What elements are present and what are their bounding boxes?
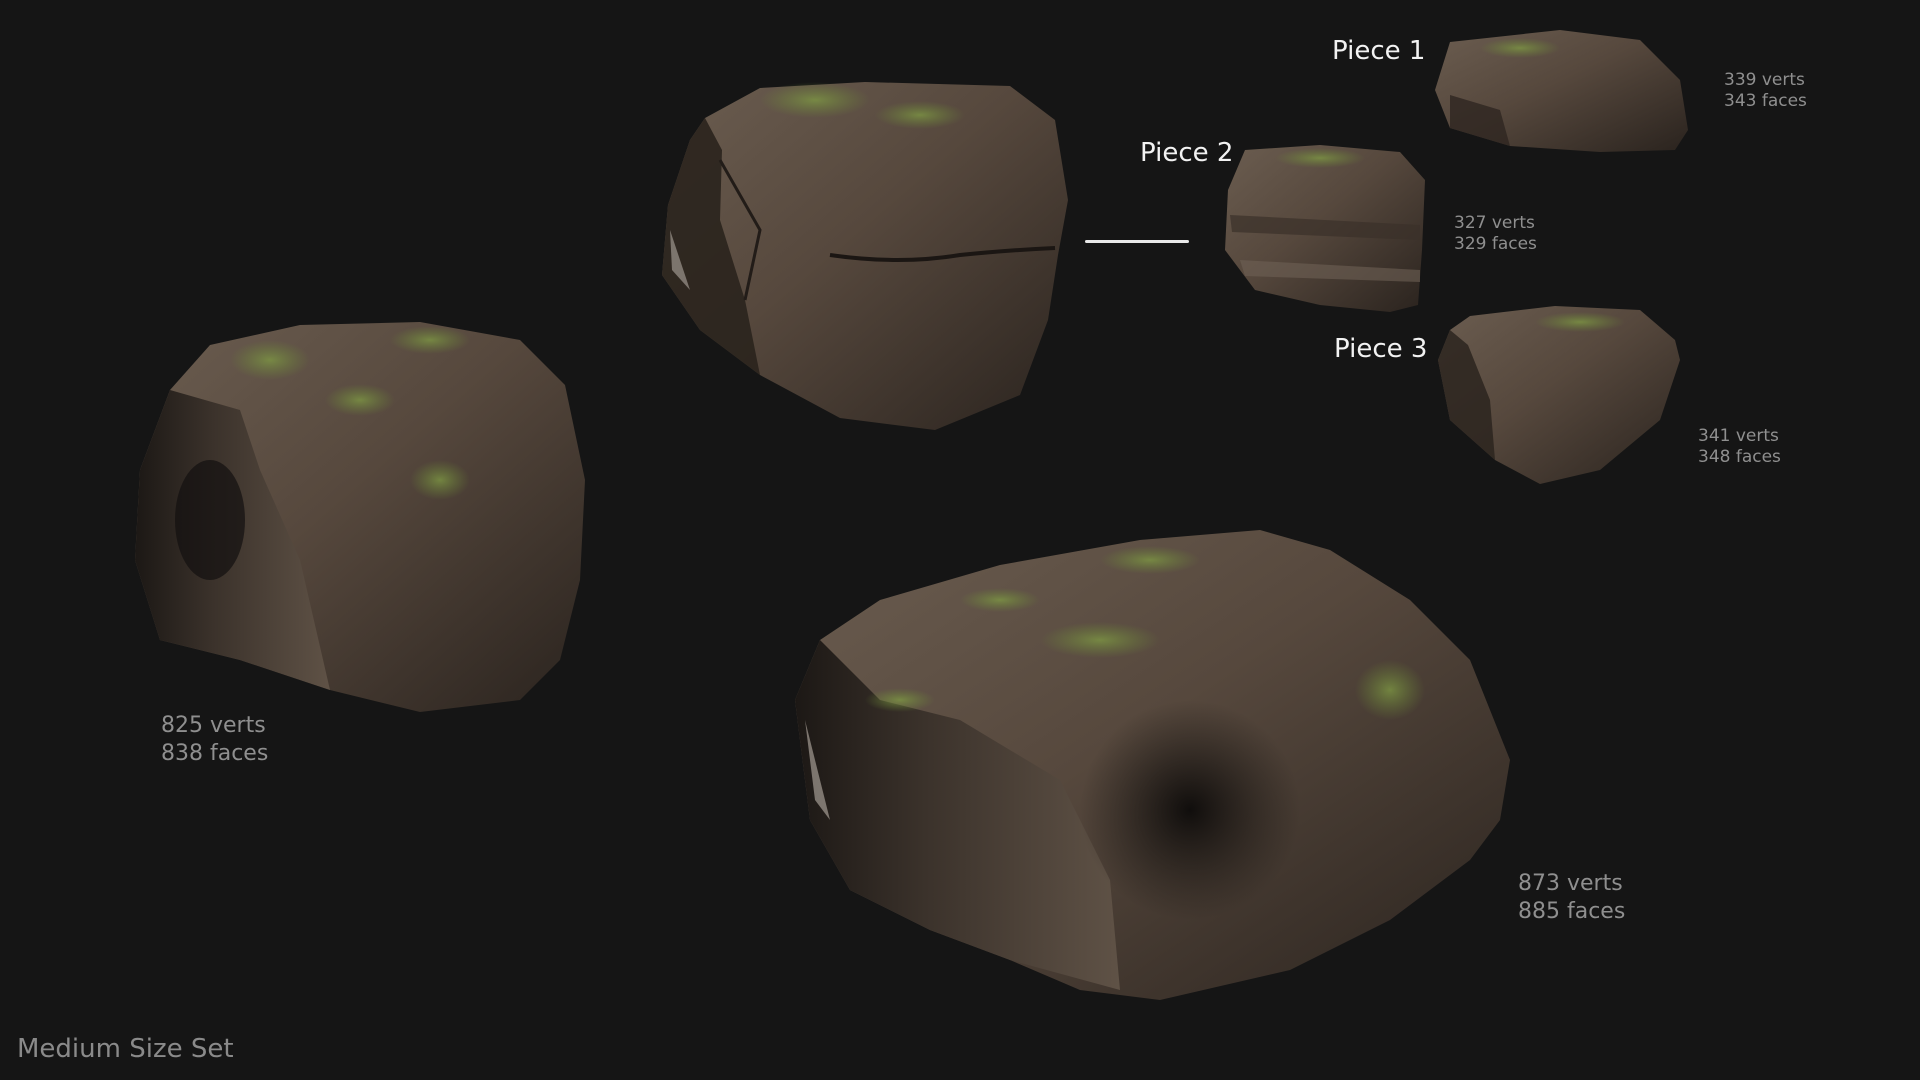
viewport-canvas: Piece 1 Piece 2 Piece 3 339 verts 343 fa…: [0, 0, 1920, 1080]
piece-3-label: Piece 3: [1334, 334, 1428, 364]
piece-1-label: Piece 1: [1332, 36, 1426, 66]
rock-left-stats: 825 verts 838 faces: [161, 712, 268, 767]
rock-large-bottom: [795, 530, 1510, 1000]
piece-1-verts: 339 verts: [1724, 70, 1805, 90]
rock-large-stats: 873 verts 885 faces: [1518, 870, 1625, 925]
piece-1-faces: 343 faces: [1724, 91, 1807, 112]
rock-piece-2: [1225, 145, 1425, 312]
rock-piece-3: [1438, 306, 1680, 484]
rock-piece-1: [1435, 30, 1688, 152]
piece-2-stats: 327 verts 329 faces: [1454, 213, 1537, 256]
piece-3-verts: 341 verts: [1698, 426, 1779, 446]
rock-left: [135, 322, 585, 712]
rock-large-verts: 873 verts: [1518, 871, 1623, 896]
piece-1-stats: 339 verts 343 faces: [1724, 70, 1807, 113]
rock-renders: [135, 30, 1688, 1000]
rock-left-faces: 838 faces: [161, 740, 269, 766]
piece-3-faces: 348 faces: [1698, 447, 1781, 468]
piece-3-stats: 341 verts 348 faces: [1698, 426, 1781, 469]
piece-2-faces: 329 faces: [1454, 234, 1537, 255]
piece-connector-line: [1085, 240, 1189, 243]
piece-2-label: Piece 2: [1140, 138, 1234, 168]
rock-left-verts: 825 verts: [161, 713, 266, 738]
rock-large-faces: 885 faces: [1518, 898, 1626, 924]
piece-2-verts: 327 verts: [1454, 213, 1535, 233]
set-title: Medium Size Set: [17, 1034, 234, 1064]
rock-whole-top: [662, 82, 1068, 430]
